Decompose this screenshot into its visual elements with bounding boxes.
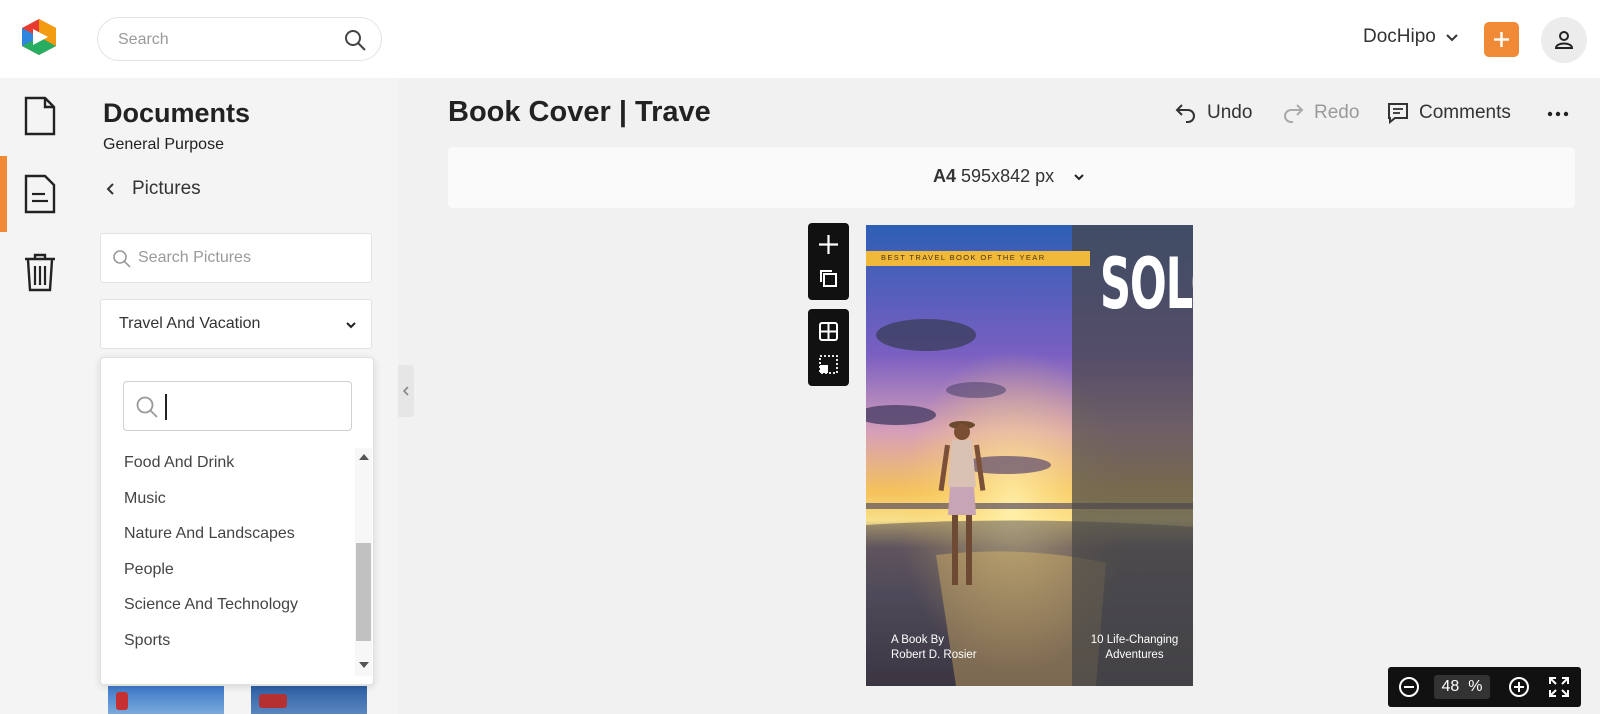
app-logo[interactable] [18,16,60,58]
zoom-unit: % [1468,678,1483,695]
zoom-out-icon[interactable] [1398,676,1420,698]
page-tools-layout-group [808,309,849,386]
cover-tagline[interactable]: 10 Life-Changing Adventures [1076,633,1193,663]
chevron-down-icon[interactable] [1073,171,1085,183]
scroll-up-arrow-icon[interactable] [359,454,369,460]
duplicate-page-icon[interactable] [818,268,839,289]
left-rail [0,78,80,714]
chevron-down-icon [346,322,356,329]
category-option[interactable]: Sports [124,632,170,650]
undo-button[interactable]: Undo [1175,100,1255,128]
chevron-down-icon[interactable] [1445,31,1459,45]
cover-title-top[interactable]: SOLO [1100,249,1193,319]
active-indicator [0,156,7,232]
page-size-dimensions: 595x842 px [961,166,1055,186]
picture-search-placeholder: Search Pictures [138,249,251,266]
zoom-controls: 48 % [1388,667,1581,707]
top-bar: Search DocHipo [0,0,1600,78]
document-title[interactable]: Book Cover | Trave [448,96,711,129]
undo-label: Undo [1207,102,1253,123]
cover-author[interactable]: A Book By Robert D. Rosier [891,633,977,663]
more-options-icon[interactable] [1546,104,1570,124]
zoom-in-icon[interactable] [1508,676,1530,698]
category-list: Food And Drink Music Nature And Landscap… [101,441,349,671]
account-name[interactable]: DocHipo [1363,26,1436,48]
panel-subtitle: General Purpose [103,136,224,153]
redo-label: Redo [1314,102,1360,123]
comments-button[interactable]: Comments [1387,100,1517,128]
category-option[interactable]: Nature And Landscapes [124,525,295,543]
cover-author-line1: A Book By [891,634,945,646]
scrollbar-thumb[interactable] [356,543,371,641]
search-icon [113,250,131,268]
comments-label: Comments [1419,102,1511,123]
chevron-left-icon [402,386,409,396]
category-search-input[interactable] [123,381,352,431]
search-icon [136,396,158,418]
trash-icon [25,253,55,292]
cover-author-line2: Robert D. Rosier [891,649,977,661]
user-icon [1554,31,1574,49]
category-option[interactable]: People [124,561,174,579]
fullscreen-icon[interactable] [1548,676,1570,698]
create-button[interactable] [1484,22,1519,57]
zoom-value: 48 [1441,678,1460,695]
page-size-selector[interactable]: A4 595x842 px [933,166,1054,187]
page-size-bar: A4 595x842 px [448,147,1575,208]
picture-thumbnail[interactable] [251,686,367,714]
category-dropdown: Food And Drink Music Nature And Landscap… [100,357,374,685]
cover-tagline-line1: 10 Life-Changing [1090,634,1179,646]
scroll-down-arrow-icon[interactable] [359,662,369,668]
category-option[interactable]: Music [124,490,166,508]
book-cover-canvas[interactable]: BEST TRAVEL BOOK OF THE YEAR SOLO travel… [866,225,1193,686]
document-icon [24,96,56,136]
search-icon[interactable] [343,28,367,52]
zoom-level[interactable]: 48 % [1434,675,1490,699]
document-lines-icon [24,174,56,214]
panel-collapse-handle[interactable] [398,365,414,417]
cover-ribbon-text: BEST TRAVEL BOOK OF THE YEAR [881,253,1046,262]
resize-icon[interactable] [818,354,839,375]
search-placeholder: Search [118,31,169,48]
text-caret [165,394,167,420]
dropdown-scrollbar[interactable] [355,448,372,676]
add-page-icon[interactable] [818,234,839,255]
category-option[interactable]: Science And Technology [124,596,298,614]
redo-button[interactable]: Redo [1282,100,1362,128]
undo-icon [1175,104,1195,123]
category-select[interactable]: Travel And Vacation [100,299,372,349]
comment-icon [1388,103,1408,124]
page-size-name: A4 [933,166,957,186]
cover-tagline-line2: Adventures [1105,649,1164,661]
page-tools-add-group [808,223,849,300]
panel-title: Documents [103,98,251,128]
rail-item-trash[interactable] [0,234,80,310]
user-avatar[interactable] [1541,17,1587,63]
chevron-left-icon [106,183,114,195]
redo-icon [1284,104,1304,123]
category-selected-value: Travel And Vacation [119,315,261,332]
cover-ribbon[interactable]: BEST TRAVEL BOOK OF THE YEAR [866,251,1090,266]
global-search-input[interactable]: Search [97,17,382,61]
picture-thumbnail[interactable] [108,686,224,714]
plus-icon [1494,32,1509,47]
rail-item-my-documents[interactable] [0,156,80,232]
grid-icon[interactable] [818,321,839,342]
back-label: Pictures [132,178,201,199]
picture-search-input[interactable]: Search Pictures [100,233,372,283]
rail-item-documents[interactable] [0,78,80,154]
category-option[interactable]: Food And Drink [124,454,234,472]
